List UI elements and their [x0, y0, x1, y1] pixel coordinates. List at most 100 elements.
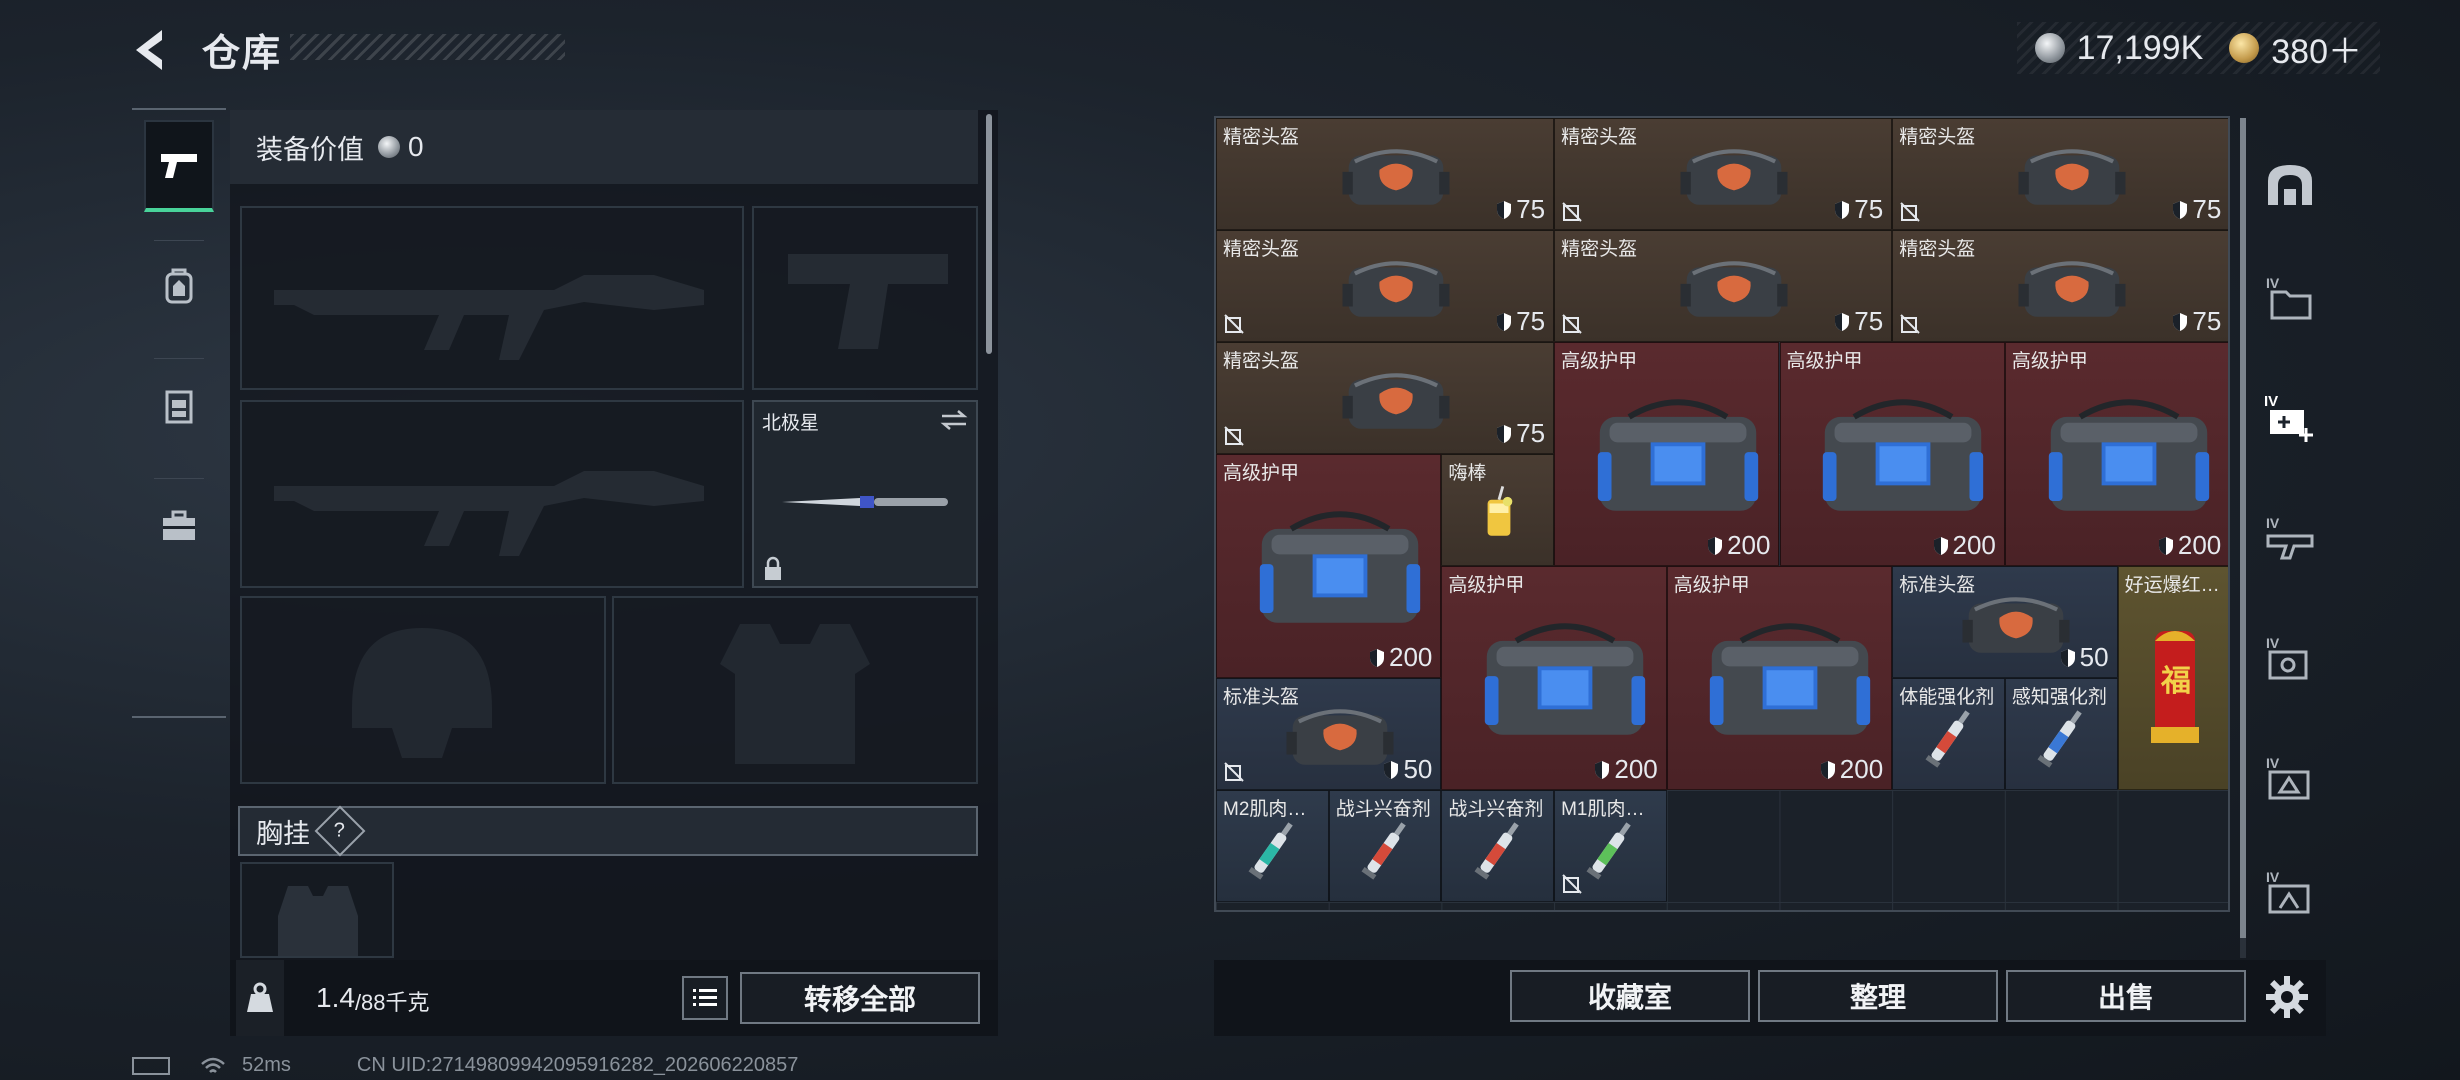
rifle-silhouette-icon: [274, 471, 704, 556]
rail-backpack[interactable]: [144, 240, 214, 332]
backpack-icon: [165, 268, 193, 304]
primary-weapon-slot-2[interactable]: [240, 400, 744, 588]
list-view-button[interactable]: [682, 976, 728, 1020]
helmet-slot[interactable]: [240, 596, 606, 784]
tab-storage-iv-4[interactable]: IV: [2258, 626, 2322, 690]
item-name: 高级护甲: [1786, 351, 1863, 372]
swap-icon[interactable]: [940, 408, 968, 432]
tab-all-items[interactable]: [2258, 152, 2322, 216]
stash-item[interactable]: 体能强化剂: [1892, 678, 2005, 790]
list-icon: [693, 989, 717, 1006]
back-arrow-icon[interactable]: [128, 24, 180, 76]
stash-item[interactable]: 好运爆红… 福: [2117, 566, 2228, 790]
unsellable-icon: [1900, 314, 1920, 334]
stash-item[interactable]: 高级护甲 200: [1441, 566, 1667, 790]
tab-storage-iv-5[interactable]: IV: [2258, 746, 2322, 810]
unsellable-icon: [1224, 314, 1244, 334]
stash-item[interactable]: 感知强化剂: [2004, 678, 2118, 790]
durability: 200: [2158, 530, 2221, 561]
transfer-all-button[interactable]: 转移全部: [740, 972, 980, 1024]
stash-item[interactable]: 高级护甲 200: [1216, 454, 1442, 678]
primary-weapon-slot-1[interactable]: [240, 206, 744, 390]
stash-item[interactable]: 高级护甲 200: [2004, 342, 2228, 566]
durability: 50: [2060, 642, 2109, 673]
durability-shield-icon: [1384, 760, 1399, 779]
stash-item[interactable]: 精密头盔 75: [1892, 230, 2228, 342]
helmet-iv-icon: IV: [2266, 755, 2310, 800]
rifle-silhouette-icon: [274, 275, 704, 360]
item-image: 福: [2145, 611, 2205, 756]
item-name: 精密头盔: [1223, 127, 1300, 148]
stash-item[interactable]: 标准头盔 50: [1892, 566, 2118, 678]
sort-button[interactable]: 整理: [1758, 970, 1998, 1022]
item-image: [1815, 393, 1991, 526]
item-name: 高级护甲: [1223, 463, 1300, 484]
item-name: 高级护甲: [1561, 351, 1638, 372]
help-icon[interactable]: ?: [314, 805, 366, 857]
item-image: [1590, 393, 1766, 526]
durability: 200: [1594, 754, 1658, 785]
rig-silhouette-icon: [278, 886, 358, 956]
stash-item[interactable]: 高级护甲 200: [1666, 566, 1893, 790]
sidearm-slot[interactable]: [752, 206, 978, 390]
tab-storage-iv-6[interactable]: IV: [2258, 860, 2322, 924]
stash-item[interactable]: M1肌肉…: [1554, 790, 1667, 902]
durability: 75: [1834, 306, 1883, 337]
durability-shield-icon: [1497, 200, 1512, 219]
item-image: [1914, 701, 1986, 778]
stash-grid[interactable]: 精密头盔 75 精密头盔 75 精密头盔 75 精密头盔 75 精密头盔 75 精密头盔 75 精密头盔…: [1214, 116, 2230, 912]
medkit-iv-icon: IV: [2264, 393, 2313, 442]
stash-item[interactable]: 战斗兴奋剂: [1328, 790, 1442, 902]
svg-text:IV: IV: [2264, 393, 2278, 410]
stash-item[interactable]: M2肌肉…: [1216, 790, 1329, 902]
item-image: [1334, 253, 1458, 330]
chest-rig-bar[interactable]: 胸挂 ?: [238, 805, 978, 857]
item-name: 嗨棒: [1448, 463, 1487, 484]
stash-item[interactable]: 精密头盔 75: [1554, 118, 1893, 230]
item-image: [1463, 813, 1535, 890]
durability-shield-icon: [1820, 760, 1835, 779]
stash-item[interactable]: 嗨棒: [1441, 454, 1555, 566]
item-name: 高级护甲: [1673, 575, 1750, 596]
tab-storage-iv-3[interactable]: IV: [2258, 506, 2322, 570]
unsellable-icon: [1562, 202, 1582, 222]
stash-item[interactable]: 高级护甲 200: [1554, 342, 1780, 566]
stash-item[interactable]: 精密头盔 75: [1216, 118, 1555, 230]
stash-item[interactable]: 高级护甲 200: [1779, 342, 2005, 566]
stash-item[interactable]: 精密头盔 75: [1892, 118, 2228, 230]
svg-text:IV: IV: [2266, 869, 2280, 885]
rail-toolbox[interactable]: [144, 480, 214, 572]
stash-item[interactable]: 精密头盔 75: [1216, 342, 1555, 454]
sell-button[interactable]: 出售: [2006, 970, 2246, 1022]
knife-icon: [782, 496, 948, 508]
toolbox-icon: [163, 510, 195, 540]
scrollbar[interactable]: [986, 114, 992, 354]
durability-shield-icon: [2173, 200, 2188, 219]
settings-gear-icon[interactable]: [2264, 974, 2310, 1020]
collection-room-button[interactable]: 收藏室: [1510, 970, 1750, 1022]
page-title: 仓库: [202, 33, 283, 75]
stash-scrollbar[interactable]: [2240, 118, 2246, 938]
tab-storage-iv-2[interactable]: IV: [2258, 386, 2322, 450]
item-image: [1672, 253, 1796, 330]
rail-chest-rig[interactable]: [144, 360, 214, 452]
stash-item[interactable]: 精密头盔 75: [1216, 230, 1555, 342]
wifi-icon: [201, 1057, 225, 1073]
item-name: 高级护甲: [2011, 351, 2088, 372]
stash-item[interactable]: 战斗兴奋剂: [1441, 790, 1555, 902]
rail-weapons[interactable]: [144, 120, 214, 212]
durability: 75: [1496, 418, 1545, 449]
item-image: [1350, 813, 1422, 890]
svg-text:IV: IV: [2266, 635, 2280, 651]
durability-shield-icon: [2173, 312, 2188, 331]
body-armor-slot[interactable]: [612, 596, 978, 784]
melee-slot[interactable]: 北极星: [752, 400, 978, 588]
durability: 200: [1933, 530, 1996, 561]
stash-item[interactable]: 标准头盔 50: [1216, 678, 1442, 790]
item-name: 精密头盔: [1561, 239, 1638, 260]
tab-storage-iv-1[interactable]: IV: [2258, 266, 2322, 330]
chest-rig-slot[interactable]: [240, 862, 394, 958]
stash-item[interactable]: 精密头盔 75: [1554, 230, 1893, 342]
uid-text: CN UID:27149809942095916282_202606220857: [356, 1054, 799, 1076]
gold-amount[interactable]: 380＋: [2271, 24, 2362, 73]
